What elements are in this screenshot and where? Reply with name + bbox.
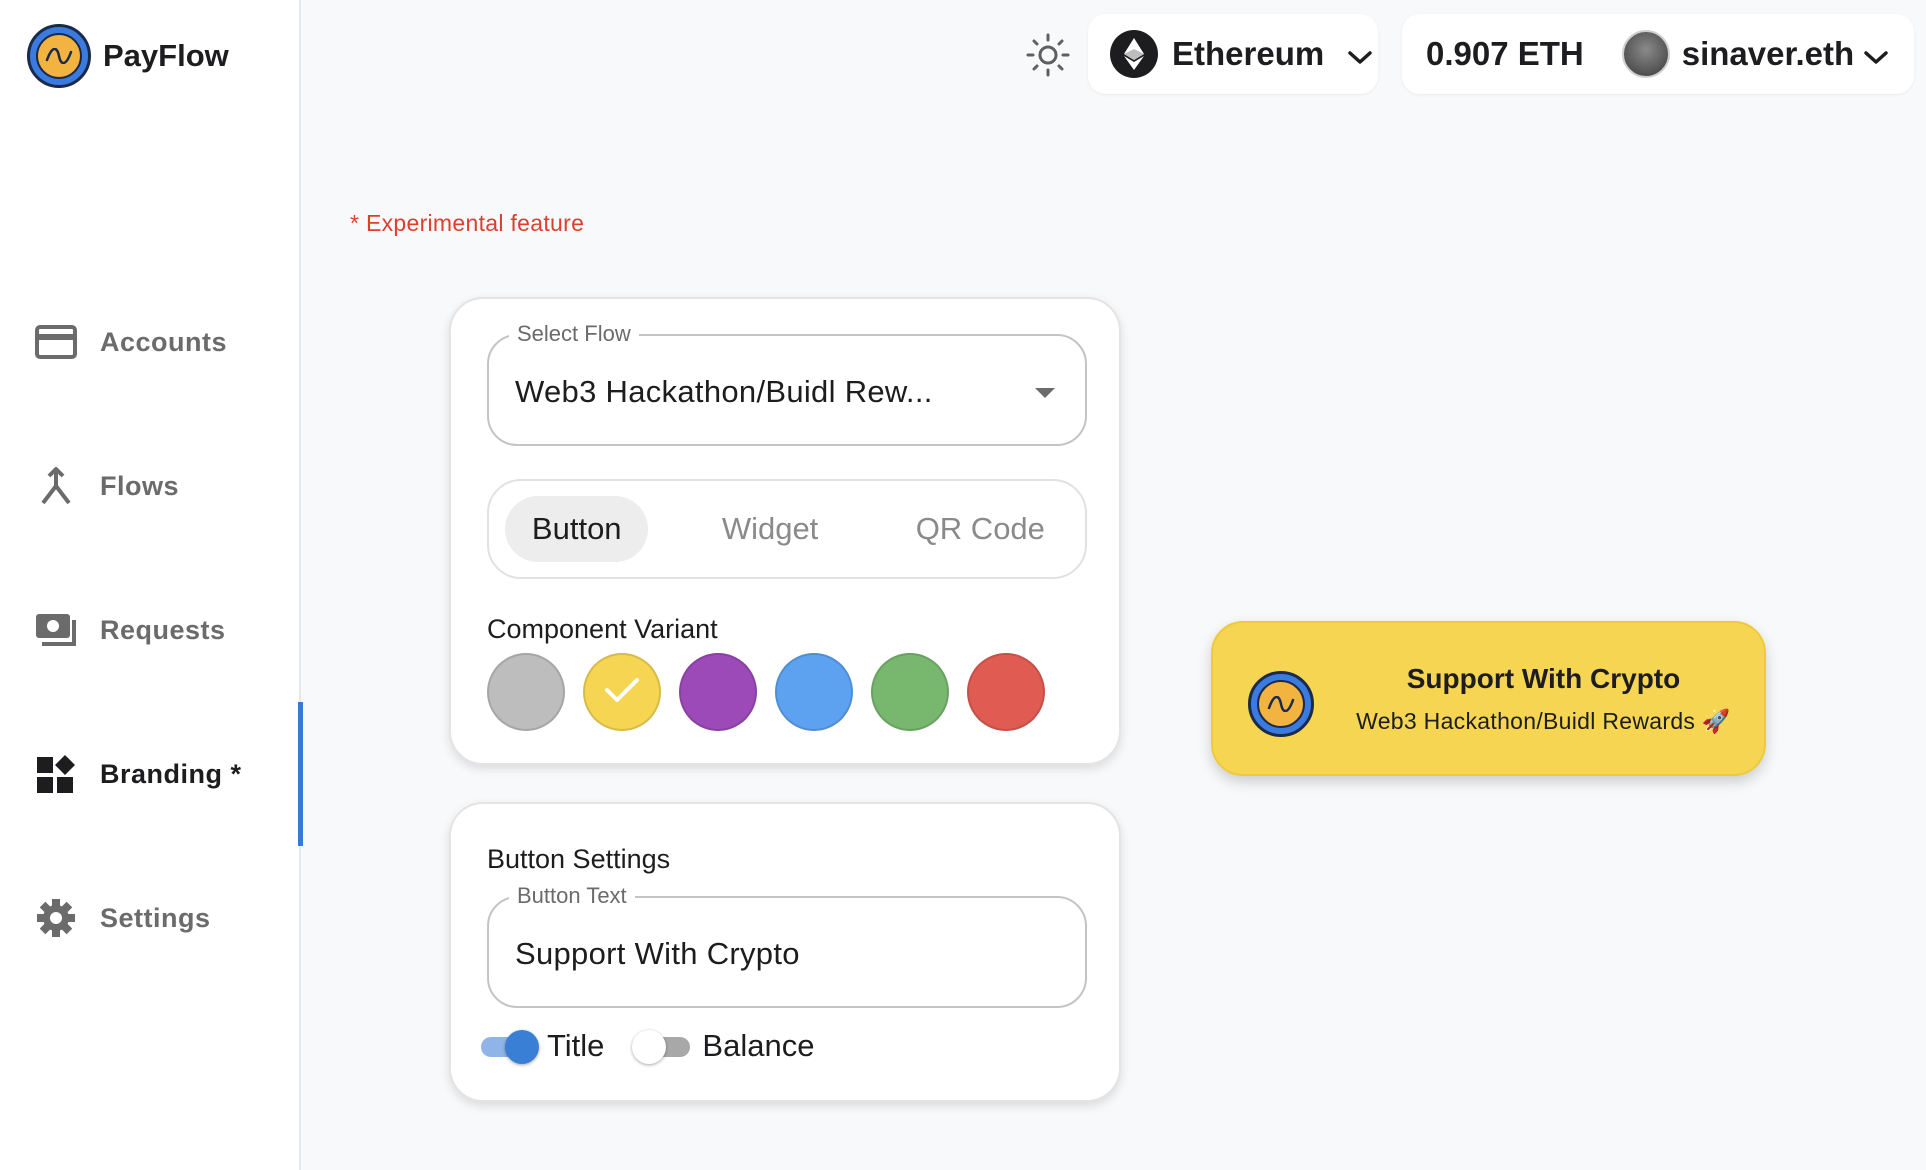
sidebar-item-label: Requests: [100, 614, 226, 645]
brand-name: PayFlow: [103, 38, 229, 73]
wallet-balance: 0.907 ETH: [1426, 35, 1584, 72]
title-toggle-label: Title: [547, 1028, 605, 1063]
sidebar-item-requests[interactable]: Requests: [0, 558, 301, 702]
toggle-thumb: [505, 1030, 539, 1064]
sidebar-item-branding[interactable]: Branding *: [0, 702, 303, 846]
dropdown-arrow-icon: [1035, 388, 1055, 398]
tab-qr-code[interactable]: QR Code: [892, 496, 1069, 562]
sidebar-item-settings[interactable]: Settings: [0, 846, 301, 990]
gear-icon: [34, 896, 78, 940]
payments-icon: [34, 608, 78, 652]
avatar: [1621, 30, 1670, 78]
preview-title: Support With Crypto: [1406, 663, 1681, 694]
title-toggle[interactable]: [477, 1026, 539, 1066]
check-icon: [604, 676, 640, 709]
sidebar-nav: Accounts Flows Requests Branding * Setti…: [0, 270, 303, 990]
ethereum-icon: [1110, 30, 1158, 78]
swatch-yellow[interactable]: [583, 653, 661, 731]
swatch-green[interactable]: [871, 653, 949, 731]
theme-toggle-button[interactable]: [1024, 33, 1072, 81]
experimental-note: * Experimental feature: [350, 210, 585, 236]
chevron-down-icon: [1864, 35, 1888, 73]
account-selector[interactable]: 0.907 ETH sinaver.eth: [1402, 14, 1914, 94]
sidebar-item-accounts[interactable]: Accounts: [0, 270, 301, 414]
swatch-blue[interactable]: [775, 653, 853, 731]
component-variant-label: Component Variant: [487, 614, 718, 644]
button-text-value: Support With Crypto: [515, 936, 800, 971]
sidebar-item-label: Flows: [100, 470, 180, 501]
flow-component-card: Select Flow Web3 Hackathon/Buidl Rew... …: [449, 297, 1121, 765]
component-type-tabs: Button Widget QR Code: [487, 479, 1087, 579]
button-text-field[interactable]: Button Text Support With Crypto: [487, 883, 1087, 1008]
select-flow-label: Select Flow: [509, 321, 639, 347]
sidebar-item-label: Settings: [100, 902, 211, 933]
credit-card-icon: [34, 320, 78, 364]
preview-payment-button[interactable]: Support With Crypto Web3 Hackathon/Buidl…: [1211, 621, 1766, 776]
select-flow-dropdown[interactable]: Select Flow Web3 Hackathon/Buidl Rew...: [487, 321, 1087, 446]
brand[interactable]: PayFlow: [27, 24, 229, 88]
tab-widget[interactable]: Widget: [648, 496, 891, 562]
button-text-label: Button Text: [509, 883, 635, 909]
chevron-down-icon: [1348, 35, 1372, 73]
button-settings-title: Button Settings: [487, 844, 671, 874]
merge-icon: [34, 464, 78, 508]
widgets-icon: [34, 752, 78, 796]
payflow-logo-icon: [27, 24, 91, 88]
sidebar-item-label: Accounts: [100, 326, 228, 357]
network-name: Ethereum: [1172, 35, 1325, 72]
sun-icon: [1026, 33, 1070, 82]
swatch-red[interactable]: [967, 653, 1045, 731]
toggle-row: Title Balance: [477, 1026, 842, 1066]
account-name: sinaver.eth: [1681, 35, 1855, 72]
variant-swatches: [487, 653, 1045, 731]
sidebar: PayFlow Accounts Flows Requests Branding…: [0, 0, 303, 1170]
preview-subtitle: Web3 Hackathon/Buidl Rewards 🚀: [1356, 708, 1731, 734]
swatch-gray[interactable]: [487, 653, 565, 731]
balance-toggle[interactable]: [632, 1026, 692, 1066]
balance-toggle-label: Balance: [702, 1028, 815, 1063]
swatch-purple[interactable]: [679, 653, 757, 731]
network-selector[interactable]: Ethereum: [1088, 14, 1378, 94]
tab-button[interactable]: Button: [505, 496, 649, 562]
sidebar-item-label: Branding *: [100, 758, 242, 789]
select-flow-value: Web3 Hackathon/Buidl Rew...: [515, 374, 933, 409]
sidebar-item-flows[interactable]: Flows: [0, 414, 301, 558]
button-settings-card: Button Settings Button Text Support With…: [449, 802, 1121, 1102]
toggle-thumb: [632, 1030, 667, 1064]
